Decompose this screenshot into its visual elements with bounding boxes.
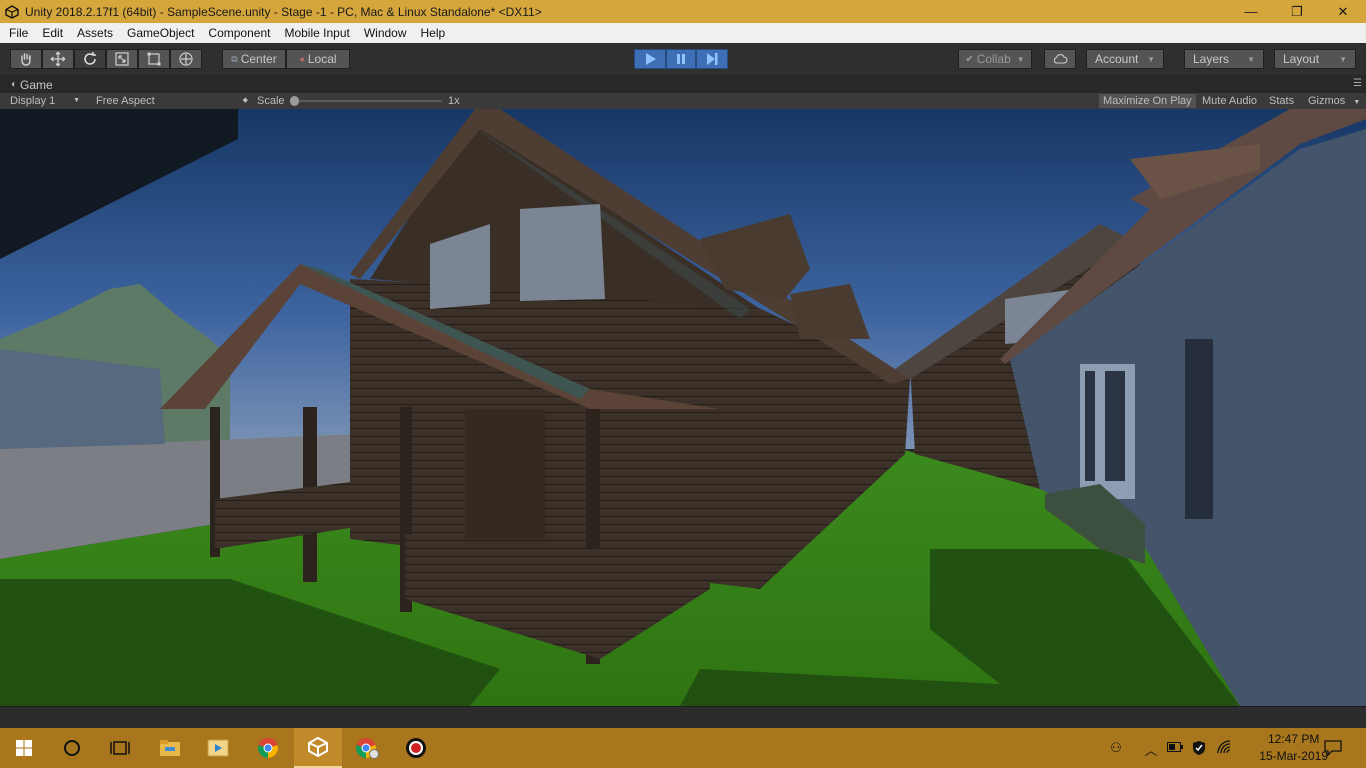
status-bar (0, 706, 1366, 728)
people-icon[interactable]: ⚇ (1107, 740, 1125, 756)
pivot-label: Center (240, 52, 277, 66)
maximize-on-play-toggle[interactable]: Maximize On Play (1099, 94, 1196, 108)
wifi-icon[interactable] (1216, 740, 1234, 756)
collab-label: Collab (976, 52, 1011, 66)
account-dropdown[interactable]: Account ▼ (1086, 49, 1164, 69)
scale-tool-icon[interactable] (106, 49, 138, 69)
chevron-down-icon: ▼ (1247, 54, 1255, 64)
right-house-door (1185, 339, 1213, 519)
menu-gameobject[interactable]: GameObject (120, 23, 201, 43)
chevron-down-icon: ▼ (1353, 99, 1361, 106)
menu-assets[interactable]: Assets (70, 23, 120, 43)
close-button[interactable]: ✕ (1320, 0, 1366, 23)
game-tab-bar: ◖ Game ☰ (0, 75, 1366, 93)
window-title: Unity 2018.2.17f1 (64bit) - SampleScene.… (25, 4, 542, 19)
notification-icon[interactable] (1324, 740, 1342, 757)
chevron-up-icon[interactable]: ︿ (1142, 740, 1160, 758)
tab-menu-icon[interactable]: ☰ (1353, 78, 1362, 89)
battery-icon[interactable] (1166, 740, 1184, 756)
collab-dropdown[interactable]: ✔ Collab ▼ (958, 49, 1032, 69)
chevron-down-icon: ▼ (1147, 54, 1155, 64)
step-icon (707, 53, 718, 65)
cloud-icon (1053, 54, 1068, 64)
chevron-down-icon: ▼ (1016, 54, 1025, 64)
pause-icon (677, 54, 685, 64)
layout-label: Layout (1283, 52, 1320, 66)
pause-button[interactable] (666, 49, 696, 69)
recorder-icon[interactable] (392, 728, 440, 768)
rotate-tool-icon[interactable] (74, 49, 106, 69)
shield-icon[interactable] (1190, 740, 1208, 756)
chevron-down-icon: ▼ (1339, 54, 1347, 64)
move-tool-icon[interactable] (42, 49, 74, 69)
tab-game[interactable]: ◖ Game (4, 76, 66, 93)
unity-icon[interactable] (294, 728, 342, 768)
cabin-window (520, 204, 605, 301)
game-view-toolbar: Display 1 ▼ Free Aspect ◆ Scale 1x Maxim… (0, 93, 1366, 109)
hand-tool-icon[interactable] (10, 49, 42, 69)
system-clock[interactable]: 12:47 PM 15-Mar-2019 (1259, 731, 1328, 765)
gizmos-dropdown[interactable]: Gizmos ▼ (1308, 94, 1360, 110)
menu-window[interactable]: Window (357, 23, 414, 43)
restore-button[interactable]: ❐ (1274, 0, 1320, 23)
file-explorer-icon[interactable] (146, 728, 194, 768)
mute-audio-toggle[interactable]: Mute Audio (1202, 94, 1257, 108)
start-icon[interactable] (0, 728, 48, 768)
window-pane (1085, 371, 1095, 481)
scale-value: 1x (448, 95, 460, 107)
title-bar: Unity 2018.2.17f1 (64bit) - SampleScene.… (0, 0, 1366, 23)
pivot-icon: ⧉ (231, 53, 238, 64)
menu-file[interactable]: File (2, 23, 35, 43)
chevron-down-icon: ◆ (242, 97, 248, 104)
step-button[interactable] (696, 49, 728, 69)
menu-component[interactable]: Component (201, 23, 277, 43)
scale-slider-thumb[interactable] (290, 96, 299, 106)
space-label: Local (307, 52, 337, 66)
chrome-icon[interactable] (244, 728, 292, 768)
scale-label: Scale (257, 95, 285, 107)
layers-label: Layers (1193, 52, 1230, 66)
scale-slider[interactable] (290, 96, 442, 106)
pivot-center-toggle[interactable]: ⧉ Center (222, 49, 286, 69)
check-icon: ✔ (965, 53, 974, 65)
clock-date: 15-Mar-2019 (1259, 749, 1328, 763)
menu-edit[interactable]: Edit (35, 23, 70, 43)
stats-toggle[interactable]: Stats (1269, 94, 1294, 108)
play-icon (646, 53, 656, 65)
cortana-icon[interactable] (48, 728, 96, 768)
unity-logo-icon (4, 4, 20, 20)
layers-dropdown[interactable]: Layers ▼ (1184, 49, 1264, 69)
game-controller-icon: ◖ (10, 79, 17, 90)
tab-game-label: Game (20, 77, 53, 92)
main-toolbar: ⧉ Center ● Local ✔ Collab ▼ Account ▼ La… (0, 43, 1366, 75)
aspect-dropdown[interactable]: Free Aspect ◆ (96, 94, 248, 108)
menu-help[interactable]: Help (414, 23, 453, 43)
transform-tool-icon[interactable] (170, 49, 202, 69)
aspect-label: Free Aspect (96, 95, 155, 107)
cabin-door (465, 409, 545, 539)
media-player-icon[interactable] (194, 728, 242, 768)
chevron-down-icon: ▼ (73, 97, 80, 104)
gizmos-label: Gizmos (1308, 95, 1346, 107)
task-view-icon[interactable] (96, 728, 144, 768)
minimize-button[interactable]: — (1228, 0, 1274, 23)
window-pane (1105, 371, 1125, 481)
layout-dropdown[interactable]: Layout ▼ (1274, 49, 1356, 69)
globe-icon: ● (299, 54, 305, 64)
scene-render (0, 109, 1366, 706)
menu-bar: File Edit Assets GameObject Component Mo… (0, 23, 1366, 43)
windows-taskbar: ⚇ ︿ 12:47 PM 15-Mar-2019 (0, 728, 1366, 768)
menu-mobile-input[interactable]: Mobile Input (277, 23, 356, 43)
cloud-button[interactable] (1044, 49, 1076, 69)
display-dropdown[interactable]: Display 1 ▼ (10, 94, 84, 108)
space-local-toggle[interactable]: ● Local (286, 49, 350, 69)
clock-time: 12:47 PM (1267, 732, 1320, 746)
account-label: Account (1095, 52, 1139, 66)
play-button[interactable] (634, 49, 666, 69)
chrome-profile-icon[interactable] (343, 728, 391, 768)
game-viewport[interactable] (0, 109, 1366, 706)
display-label: Display 1 (10, 95, 56, 107)
rect-tool-icon[interactable] (138, 49, 170, 69)
